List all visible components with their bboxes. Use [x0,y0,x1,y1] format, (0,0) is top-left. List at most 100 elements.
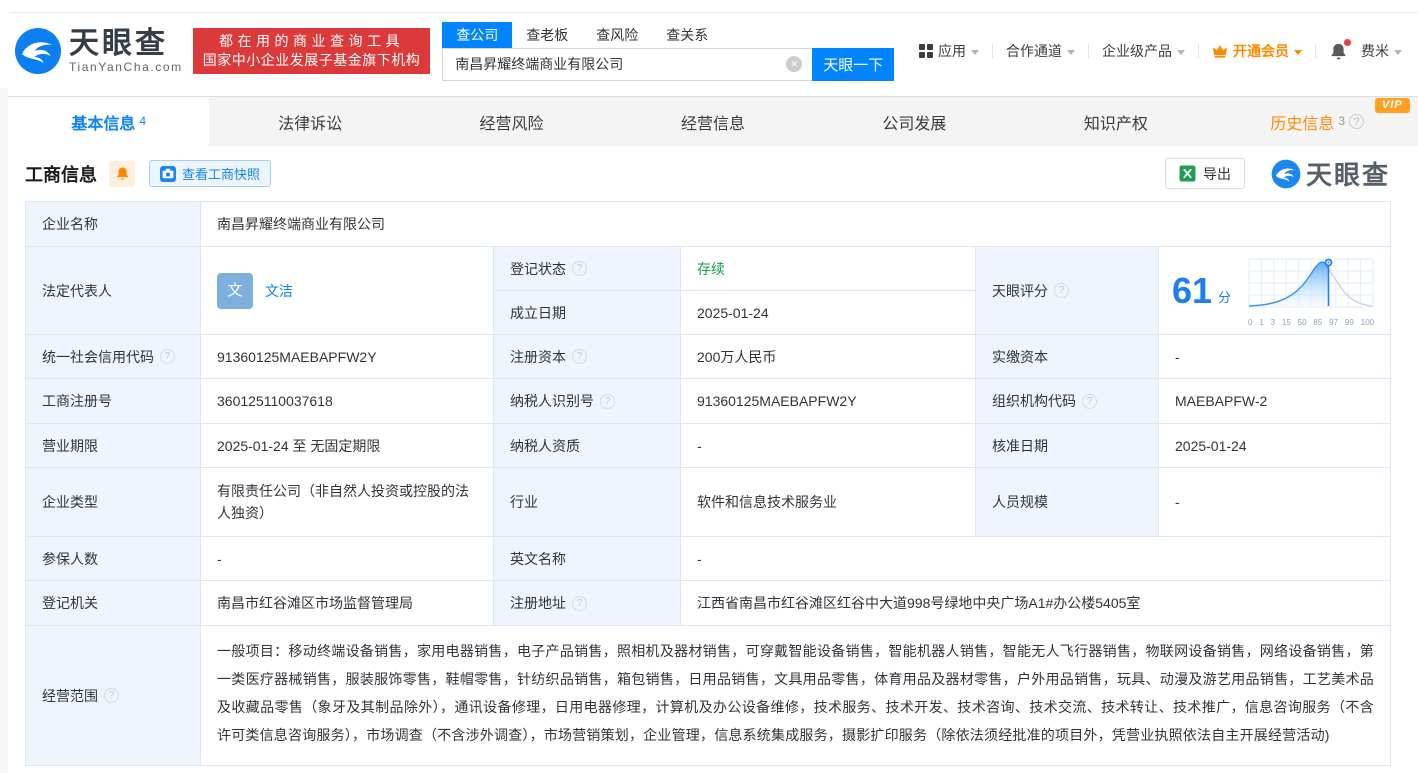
help-icon[interactable] [1054,283,1069,298]
help-icon[interactable] [1082,393,1097,409]
divider [992,44,993,58]
search-input-wrap [442,47,813,81]
top-navigation: 应用 合作通道 企业级产品 开通会员 费米 [919,38,1402,61]
help-icon[interactable] [160,349,175,364]
notification-dot [1344,38,1351,46]
label-text: 纳税人资质 [510,437,580,454]
business-term-label: 营业期限 [26,424,201,468]
tab-legal-litigation[interactable]: 法律诉讼 [209,97,410,146]
nav-enterprise[interactable]: 企业级产品 [1102,41,1185,61]
tab-history-info[interactable]: VIP 历史信息 3 [1217,97,1418,146]
help-icon[interactable] [104,688,119,703]
search-tab-relation[interactable]: 查关系 [652,22,722,48]
establish-date-value: 2025-01-24 [681,291,976,335]
chevron-down-icon [1177,49,1185,55]
industry-value: 软件和信息技术服务业 [681,468,976,537]
tab-label: 知识产权 [1083,115,1148,133]
label-text: 英文名称 [510,550,566,567]
business-info-section-head: 工商信息 查看工商快照 导出 天眼查 [8,146,1418,201]
value-text: 有限责任公司（非自然人投资或控股的法人独资） [217,483,469,521]
value-text: - [217,550,222,567]
tab-company-development[interactable]: 公司发展 [814,97,1015,146]
notification-bell[interactable] [1329,38,1351,61]
company-type-label: 企业类型 [26,468,201,537]
score-value: 61 分 0 1 3 15 50 85 97 99 100 [1159,247,1391,335]
nav-partners[interactable]: 合作通道 [1006,41,1075,61]
value-text: - [697,437,702,454]
tab-label: 经营信息 [680,115,745,133]
reg-number-value: 360125110037618 [201,379,494,424]
search-tab-company[interactable]: 查公司 [442,21,513,48]
export-button[interactable]: 导出 [1164,158,1245,189]
help-icon[interactable] [572,349,587,364]
tianyancha-logo-icon [15,28,61,74]
staff-size-value: - [1159,468,1391,537]
search-tab-risk[interactable]: 查风险 [582,22,652,48]
tab-operation-risk[interactable]: 经营风险 [411,97,612,146]
label-text: 登记机关 [42,595,98,611]
value-text: - [1175,494,1180,510]
taxpayer-id-value: 91360125MAEBAPFW2Y [681,379,976,424]
approval-date-label: 核准日期 [976,424,1159,468]
reg-number-label: 工商注册号 [26,379,201,424]
paid-capital-value: - [1159,335,1391,379]
tab-intellectual-property[interactable]: 知识产权 [1015,97,1216,146]
help-icon[interactable] [600,393,615,409]
search-input[interactable] [443,48,813,80]
label-text: 注册地址 [510,595,566,611]
reg-authority-value: 南昌市红谷滩区市场监督管理局 [201,581,494,626]
insured-count-value: - [201,537,494,581]
help-icon[interactable] [572,261,587,276]
business-scope-label: 经营范围 [26,626,201,766]
search-submit-button[interactable]: 天眼一下 [812,47,895,81]
tab-business-info[interactable]: 经营信息 [612,97,813,146]
tab-basic-info[interactable]: 基本信息 4 [8,97,210,146]
help-icon[interactable] [572,595,587,611]
excel-icon [1179,165,1196,182]
snapshot-button[interactable]: 查看工商快照 [149,160,272,187]
tianyancha-logo[interactable]: 天眼查 TianYanCha.com [14,27,183,75]
reg-address-value: 江西省南昌市红谷滩区红谷中大道998号绿地中央广场A1#办公楼5405室 [681,581,1391,626]
status-badge: 存续 [697,260,725,277]
nav-user[interactable]: 费米 [1361,41,1402,61]
tick: 50 [1297,317,1307,327]
tick: 85 [1313,317,1323,327]
score-label: 天眼评分 [976,247,1159,335]
camera-icon [160,165,176,182]
label-text: 实缴资本 [992,348,1048,365]
tianyancha-logo-icon [1271,159,1301,188]
label-text: 天眼评分 [992,282,1048,299]
snapshot-button-label: 查看工商快照 [182,167,261,182]
label-text: 纳税人识别号 [510,393,594,409]
value-text: 91360125MAEBAPFW2Y [217,348,377,365]
label-text: 企业名称 [42,216,98,232]
tick: 97 [1329,317,1339,327]
value-text: 2025-01-24 [697,304,769,321]
label-text: 组织机构代码 [992,393,1076,409]
divider [1315,44,1316,58]
label-text: 工商注册号 [42,393,112,409]
search-area: 查公司 查老板 查风险 查关系 天眼一下 [442,21,895,81]
value-text: 江西省南昌市红谷滩区红谷中大道998号绿地中央广场A1#办公楼5405室 [697,595,1141,611]
nav-vip[interactable]: 开通会员 [1212,41,1302,61]
org-code-value: MAEBAPFW-2 [1159,379,1391,424]
search-tab-boss[interactable]: 查老板 [512,22,582,48]
staff-size-label: 人员规模 [976,468,1159,537]
nav-partners-label: 合作通道 [1006,43,1062,59]
tab-label: 公司发展 [882,115,947,133]
legal-rep-link[interactable]: 文洁 [265,280,293,302]
org-code-label: 组织机构代码 [976,379,1159,424]
help-icon[interactable] [1349,114,1365,129]
export-button-label: 导出 [1202,165,1231,182]
value-text: 南昌昇耀终端商业有限公司 [217,216,385,232]
monitor-bell-button[interactable] [109,160,135,187]
slogan-line1: 都在用的商业查询工具 [219,33,405,49]
company-type-value: 有限责任公司（非自然人投资或控股的法人独资） [201,468,494,537]
insured-count-label: 参保人数 [26,537,201,581]
page-tabstrip: 基本信息 4 法律诉讼 经营风险 经营信息 公司发展 知识产权 VIP 历史信息… [8,96,1418,146]
chevron-down-icon [971,49,979,55]
score-curve [1248,258,1374,307]
nav-apps[interactable]: 应用 [919,41,979,61]
legal-rep-avatar[interactable]: 文 [217,272,253,309]
reg-status-value: 存续 [681,247,976,291]
